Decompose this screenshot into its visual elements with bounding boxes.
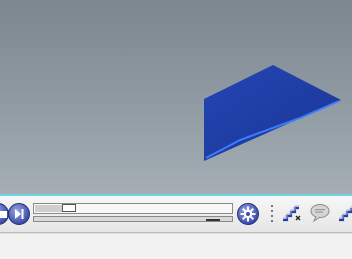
next-frame-button[interactable] (8, 203, 30, 225)
gear-icon (240, 206, 256, 222)
stop-icon (0, 210, 7, 218)
next-frame-icon (15, 209, 24, 219)
time-slider-thumb[interactable] (62, 204, 76, 212)
time-slider-fill (35, 205, 64, 212)
stairs-button[interactable] (338, 202, 352, 224)
speed-slider[interactable] (33, 216, 233, 222)
toolbar-grip-icon[interactable] (270, 204, 274, 224)
comment-button[interactable] (309, 203, 331, 223)
speed-slider-thumb[interactable] (206, 215, 220, 221)
speech-bubble-icon (310, 204, 330, 223)
3d-viewport[interactable] (0, 0, 352, 194)
settings-button[interactable] (237, 203, 259, 225)
blue-quadrilateral-shape[interactable] (204, 65, 341, 161)
scene-canvas (204, 65, 341, 161)
stairs-icon (339, 206, 352, 222)
stairs-close-button[interactable] (280, 202, 304, 224)
time-slider[interactable] (33, 203, 233, 214)
stairs-close-icon (283, 205, 301, 222)
speed-slider-track (33, 216, 233, 222)
playback-toolbar (0, 196, 352, 233)
status-bar (0, 233, 352, 259)
